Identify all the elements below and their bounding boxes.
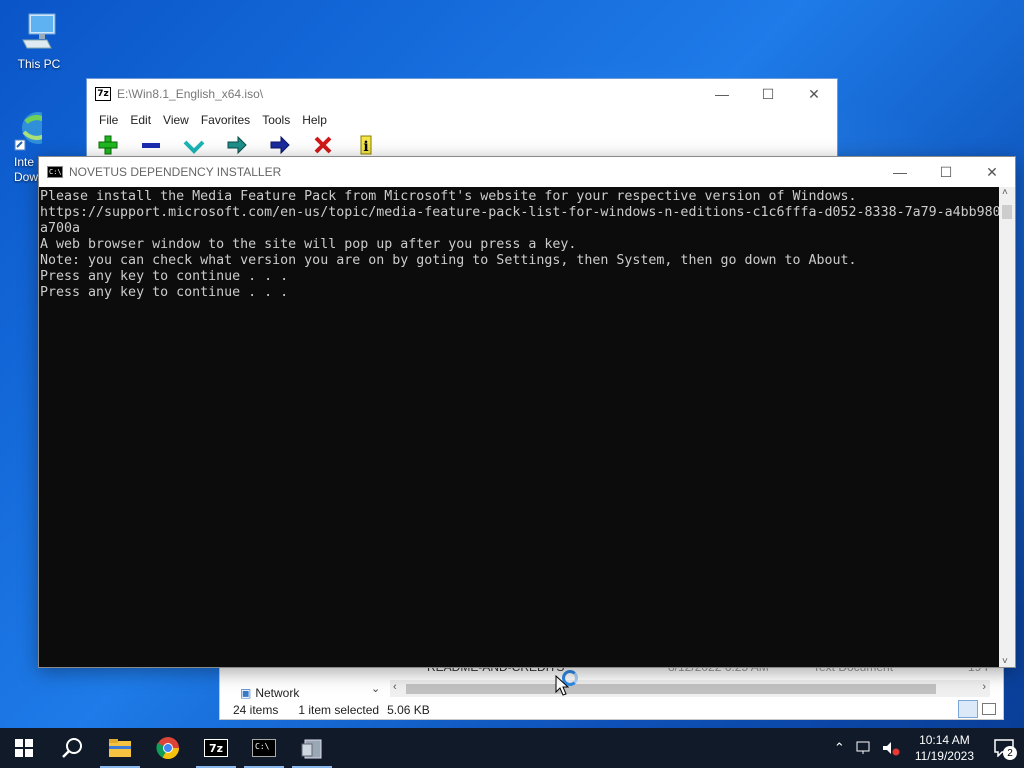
clock[interactable]: 10:14 AM 11/19/2023	[905, 732, 984, 764]
menu-edit[interactable]: Edit	[124, 113, 157, 127]
status-item-count: 24 items	[233, 703, 279, 717]
console-line: Press any key to continue . . .	[40, 285, 289, 300]
cmd-icon: C:\	[252, 739, 276, 757]
scroll-left-icon[interactable]: ‹	[393, 681, 397, 693]
maximize-button[interactable]: ☐	[923, 157, 969, 187]
scroll-up-icon[interactable]: ˄	[1002, 187, 1008, 198]
window-title: NOVETUS DEPENDENCY INSTALLER	[69, 165, 282, 179]
action-center-button[interactable]: 2	[984, 728, 1024, 768]
add-icon[interactable]	[97, 134, 119, 156]
move-icon[interactable]	[269, 134, 291, 156]
maximize-button[interactable]: ☐	[745, 79, 791, 109]
vertical-scrollbar[interactable]: ˄ ˅	[999, 187, 1015, 667]
clock-time: 10:14 AM	[919, 733, 970, 747]
mouse-pointer-icon	[555, 675, 569, 696]
volume-muted-icon[interactable]	[881, 740, 901, 756]
console-line: a700a	[40, 221, 81, 236]
scrollbar-thumb[interactable]	[1002, 205, 1012, 219]
minimize-button[interactable]: —	[877, 157, 923, 187]
taskbar-7zip[interactable]: 7z	[192, 728, 240, 768]
horizontal-scrollbar[interactable]: ‹ ›	[390, 680, 990, 697]
status-selection: 1 item selected	[298, 703, 380, 717]
menu-tools[interactable]: Tools	[256, 113, 296, 127]
sevenzip-logo-icon: 7z	[95, 87, 111, 101]
extract-icon[interactable]	[140, 134, 162, 156]
desktop-icon-label: Inte Dow	[14, 155, 39, 184]
search-icon	[62, 738, 82, 758]
menu-file[interactable]: File	[93, 113, 124, 127]
chevron-down-icon[interactable]: ⌄	[371, 682, 380, 695]
sevenzip-window: 7z E:\Win8.1_English_x64.iso\ — ☐ ✕ File…	[86, 78, 838, 160]
desktop-icon-idm[interactable]: Inte Dow	[2, 108, 42, 185]
close-button[interactable]: ✕	[969, 157, 1015, 187]
nav-item-label: Network	[255, 686, 300, 700]
internet-download-manager-icon	[12, 108, 42, 152]
chrome-icon	[156, 737, 179, 759]
menu-help[interactable]: Help	[296, 113, 333, 127]
delete-icon[interactable]	[312, 134, 334, 156]
console-line: Note: you can check what version you are…	[40, 253, 857, 268]
console-line: https://support.microsoft.com/en-us/topi…	[40, 205, 1000, 220]
status-bar: 24 items 1 item selected 5.06 KB	[220, 700, 1005, 720]
system-tray: ⌃ 10:14 AM 11/19/2023 2	[828, 728, 1024, 768]
taskbar-cmd[interactable]: C:\	[240, 728, 288, 768]
test-icon[interactable]	[183, 134, 205, 156]
nav-item-network[interactable]: ▣ Network	[240, 686, 299, 700]
console-line: A web browser window to the site will po…	[40, 237, 577, 252]
copy-icon[interactable]	[226, 134, 248, 156]
scrollbar-thumb[interactable]	[406, 684, 936, 694]
window-title: E:\Win8.1_English_x64.iso\	[117, 87, 264, 101]
scroll-right-icon[interactable]: ›	[982, 681, 986, 693]
search-button[interactable]	[48, 728, 96, 768]
console-titlebar[interactable]: C:\ NOVETUS DEPENDENCY INSTALLER	[39, 157, 1015, 187]
installer-icon	[301, 739, 322, 759]
network-icon[interactable]	[855, 740, 873, 756]
sevenzip-icon: 7z	[204, 739, 228, 757]
menu-bar: File Edit View Favorites Tools Help	[87, 109, 837, 131]
clock-date: 11/19/2023	[914, 749, 974, 763]
this-pc-icon	[17, 10, 61, 54]
menu-favorites[interactable]: Favorites	[195, 113, 256, 127]
taskbar-chrome[interactable]	[144, 728, 192, 768]
desktop-icon-label: This PC	[17, 57, 61, 71]
console-line: Press any key to continue . . .	[40, 269, 289, 284]
desktop-icon-this-pc[interactable]: This PC	[7, 10, 71, 71]
start-button[interactable]	[0, 728, 48, 768]
large-icons-view-icon[interactable]	[982, 703, 996, 715]
cmd-icon: C:\	[47, 166, 63, 178]
taskbar-installer[interactable]	[288, 728, 336, 768]
show-hidden-icons-chevron-icon[interactable]: ⌃	[828, 740, 851, 756]
folder-icon	[109, 739, 131, 757]
taskbar: 7z C:\ ⌃ 10:14 AM 11/19/2023 2	[0, 728, 1024, 768]
console-output[interactable]: Please install the Media Feature Pack fr…	[39, 187, 1000, 667]
console-window: C:\ NOVETUS DEPENDENCY INSTALLER — ☐ ✕ P…	[38, 156, 1016, 668]
sevenzip-toolbar: i	[87, 131, 837, 159]
windows-logo-icon	[15, 739, 33, 757]
svg-text:i: i	[363, 139, 368, 155]
menu-view[interactable]: View	[157, 113, 195, 127]
status-size: 5.06 KB	[387, 703, 430, 717]
network-icon: ▣	[240, 686, 252, 700]
details-view-icon[interactable]	[958, 700, 978, 718]
scroll-down-icon[interactable]: ˅	[1002, 656, 1008, 667]
close-button[interactable]: ✕	[791, 79, 837, 109]
taskbar-file-explorer[interactable]	[96, 728, 144, 768]
minimize-button[interactable]: —	[699, 79, 745, 109]
console-line: Please install the Media Feature Pack fr…	[40, 189, 857, 204]
notification-count-badge: 2	[1003, 746, 1017, 760]
info-icon[interactable]: i	[355, 134, 377, 156]
